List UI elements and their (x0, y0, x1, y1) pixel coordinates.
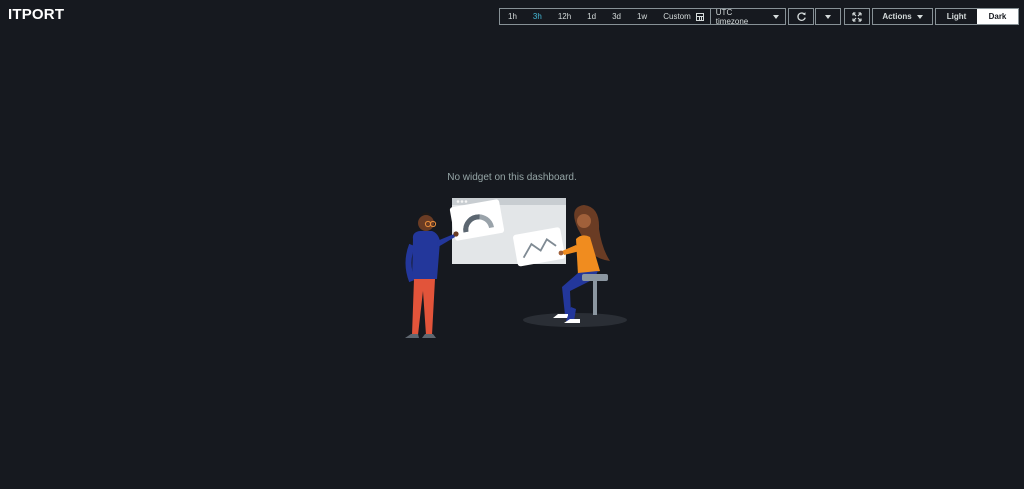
empty-dashboard-illustration (405, 198, 627, 338)
chevron-down-icon (773, 14, 779, 19)
actions-button[interactable]: Actions (872, 8, 933, 25)
range-3d-button[interactable]: 3d (604, 9, 629, 24)
refresh-interval-dropdown[interactable] (815, 8, 841, 25)
fullscreen-button[interactable] (844, 8, 870, 25)
theme-light-button[interactable]: Light (936, 9, 977, 24)
actions-label: Actions (882, 12, 912, 21)
range-12h-button[interactable]: 12h (550, 9, 579, 24)
theme-toggle: Light Dark (935, 8, 1019, 25)
range-3h-button[interactable]: 3h (525, 9, 550, 24)
calendar-icon (695, 12, 704, 21)
theme-dark-button[interactable]: Dark (977, 9, 1018, 24)
fullscreen-icon (852, 11, 862, 22)
chevron-down-icon (916, 14, 923, 19)
custom-range-button[interactable]: Custom (655, 9, 710, 24)
refresh-button[interactable] (788, 8, 814, 25)
timezone-label: UTC timezone (715, 7, 749, 26)
refresh-icon (796, 12, 806, 21)
custom-range-label: Custom (663, 12, 691, 21)
range-1d-button[interactable]: 1d (579, 9, 604, 24)
app-title: ITPORT (8, 6, 65, 23)
timezone-select[interactable]: UTC timezone (709, 7, 785, 26)
range-1w-button[interactable]: 1w (629, 9, 655, 24)
time-range-toolbar: 1h 3h 12h 1d 3d 1w Custom UTC timezone (499, 7, 786, 26)
dropdown-caret-icon (825, 14, 831, 19)
time-range-group: 1h 3h 12h 1d 3d 1w Custom UTC timezone (499, 7, 786, 26)
range-1h-button[interactable]: 1h (500, 9, 525, 24)
empty-state-message: No widget on this dashboard. (447, 172, 577, 183)
